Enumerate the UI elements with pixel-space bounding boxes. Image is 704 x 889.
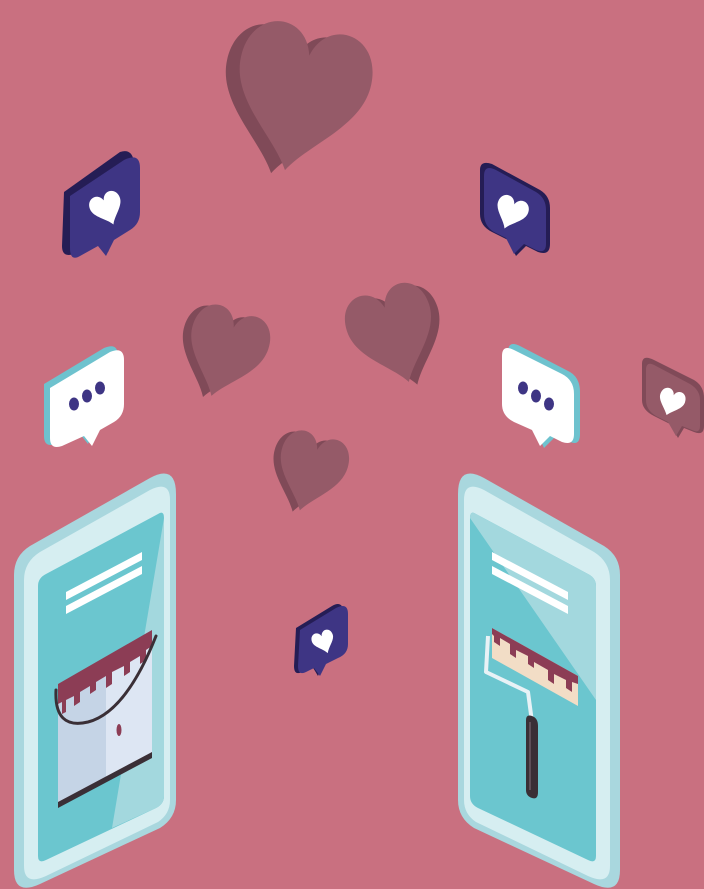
- illustration-scene: [0, 0, 704, 889]
- scene-svg: [0, 0, 704, 889]
